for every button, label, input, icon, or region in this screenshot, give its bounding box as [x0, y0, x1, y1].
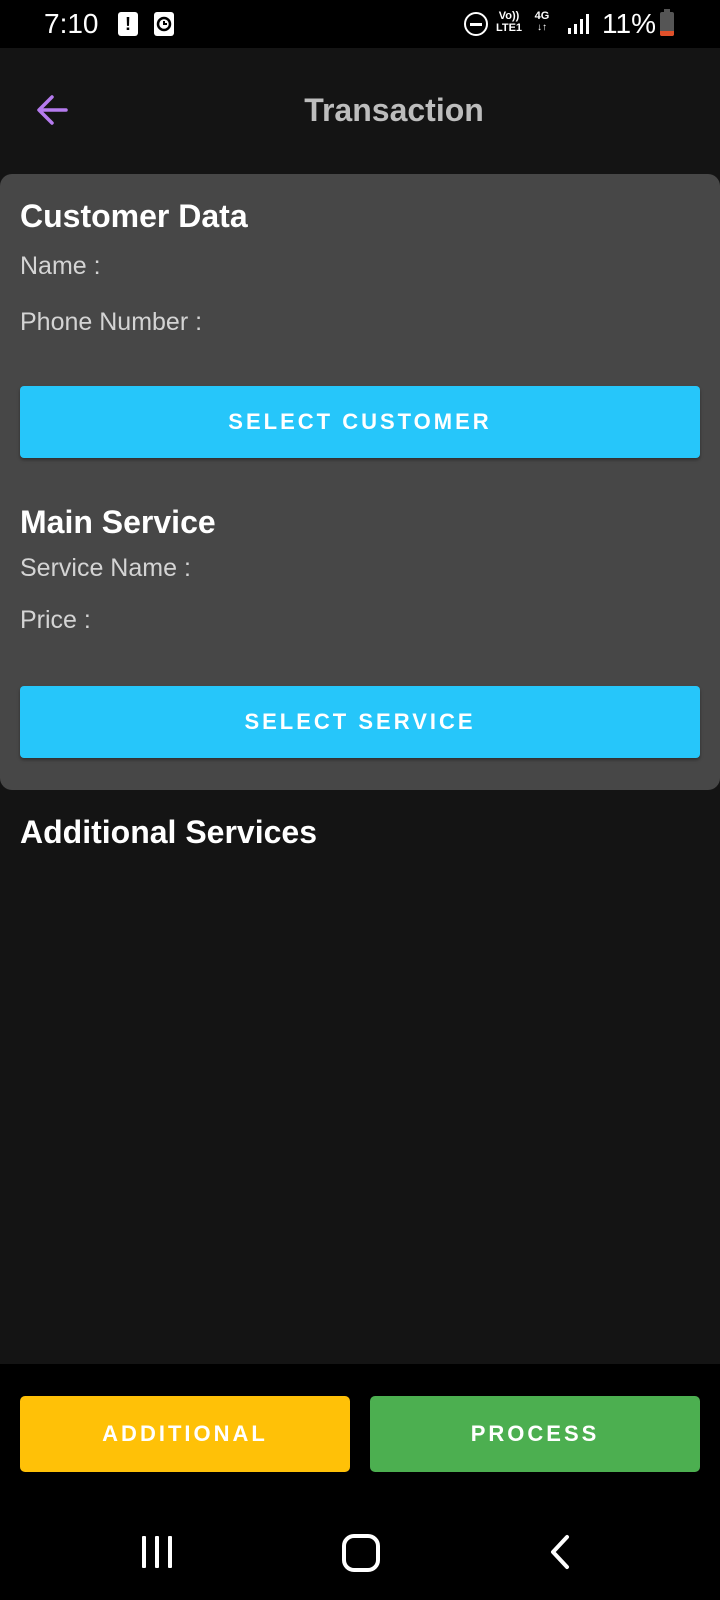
clock-icon: [154, 12, 174, 36]
home-icon[interactable]: [342, 1534, 380, 1572]
process-button[interactable]: PROCESS: [370, 1396, 700, 1472]
page-title: Transaction: [304, 92, 484, 128]
status-bar: 7:10 ! Vo)) LTE1 4G ↓↑ 11%: [0, 0, 720, 48]
main-service-title: Main Service: [20, 504, 216, 540]
price-label: Price :: [20, 606, 91, 634]
service-name-label: Service Name :: [20, 554, 191, 582]
additional-services-title: Additional Services: [20, 814, 317, 850]
battery-icon: [660, 9, 674, 36]
recents-icon[interactable]: [142, 1536, 176, 1568]
signal-icon: [568, 14, 592, 34]
battery-percent: 11%: [602, 8, 656, 39]
status-time: 7:10: [44, 8, 99, 39]
lte-label: LTE1: [495, 22, 523, 34]
customer-phone-label: Phone Number :: [20, 308, 203, 336]
select-customer-button[interactable]: SELECT CUSTOMER: [20, 386, 700, 458]
bottom-action-bar: ADDITIONAL PROCESS: [0, 1364, 720, 1500]
network-label: 4G: [534, 10, 550, 22]
system-nav-bar: [0, 1500, 720, 1600]
additional-button[interactable]: ADDITIONAL: [20, 1396, 350, 1472]
volte-icon: Vo)) LTE1: [494, 10, 524, 34]
customer-data-title: Customer Data: [20, 198, 248, 234]
select-service-button[interactable]: SELECT SERVICE: [20, 686, 700, 758]
app-bar: Transaction: [0, 48, 720, 174]
back-icon[interactable]: [548, 1534, 572, 1570]
alert-icon: !: [118, 12, 138, 36]
volte-label: Vo)): [498, 10, 520, 22]
4g-icon: 4G ↓↑: [530, 10, 554, 34]
transaction-card: Customer Data Name : Phone Number : SELE…: [0, 174, 720, 790]
additional-services-list: [0, 860, 720, 1360]
dnd-icon: [464, 12, 488, 36]
customer-name-label: Name :: [20, 252, 101, 280]
